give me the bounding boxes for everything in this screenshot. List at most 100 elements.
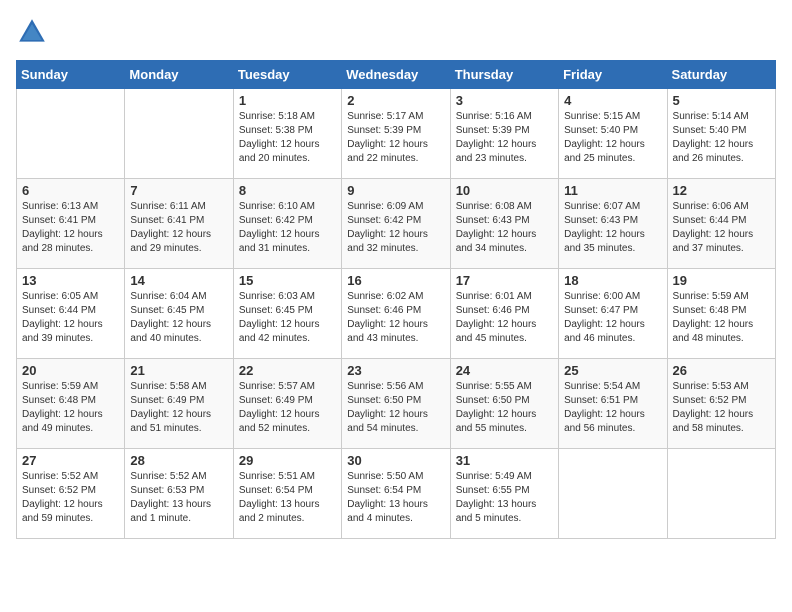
day-number: 6 xyxy=(22,183,119,198)
calendar-cell: 15 Sunrise: 6:03 AM Sunset: 6:45 PM Dayli… xyxy=(233,269,341,359)
day-info: Sunrise: 6:00 AM Sunset: 6:47 PM Dayligh… xyxy=(564,290,661,346)
calendar-cell: 7 Sunrise: 6:11 AM Sunset: 6:41 PM Daylig… xyxy=(125,179,233,269)
day-info: Sunrise: 5:54 AM Sunset: 6:51 PM Dayligh… xyxy=(564,380,661,436)
calendar-cell: 20 Sunrise: 5:59 AM Sunset: 6:48 PM Dayli… xyxy=(17,359,125,449)
logo-icon xyxy=(16,16,48,48)
page-header xyxy=(16,16,776,48)
calendar-cell: 29 Sunrise: 5:51 AM Sunset: 6:54 PM Dayli… xyxy=(233,449,341,539)
calendar-cell: 13 Sunrise: 6:05 AM Sunset: 6:44 PM Dayli… xyxy=(17,269,125,359)
week-row-2: 6 Sunrise: 6:13 AM Sunset: 6:41 PM Daylig… xyxy=(17,179,776,269)
day-number: 31 xyxy=(456,453,553,468)
calendar-cell: 9 Sunrise: 6:09 AM Sunset: 6:42 PM Daylig… xyxy=(342,179,450,269)
day-number: 25 xyxy=(564,363,661,378)
calendar-cell: 11 Sunrise: 6:07 AM Sunset: 6:43 PM Dayli… xyxy=(559,179,667,269)
calendar-cell: 12 Sunrise: 6:06 AM Sunset: 6:44 PM Dayli… xyxy=(667,179,775,269)
day-info: Sunrise: 6:01 AM Sunset: 6:46 PM Dayligh… xyxy=(456,290,553,346)
calendar-cell: 23Sunrise: 5:56 AM Sunset: 6:50 PM Dayli… xyxy=(342,359,450,449)
day-number: 9 xyxy=(347,183,444,198)
day-info: Sunrise: 6:11 AM Sunset: 6:41 PM Dayligh… xyxy=(130,200,227,256)
day-number: 2 xyxy=(347,93,444,108)
calendar-cell: 19 Sunrise: 5:59 AM Sunset: 6:48 PM Dayli… xyxy=(667,269,775,359)
calendar-cell: 27 Sunrise: 5:52 AM Sunset: 6:52 PM Dayli… xyxy=(17,449,125,539)
day-number: 20 xyxy=(22,363,119,378)
day-info: Sunrise: 5:14 AM Sunset: 5:40 PM Dayligh… xyxy=(673,110,770,166)
day-info: Sunrise: 5:15 AM Sunset: 5:40 PM Dayligh… xyxy=(564,110,661,166)
day-header-wednesday: Wednesday xyxy=(342,61,450,89)
calendar-cell: 25 Sunrise: 5:54 AM Sunset: 6:51 PM Dayli… xyxy=(559,359,667,449)
day-number: 30 xyxy=(347,453,444,468)
calendar-cell: 17 Sunrise: 6:01 AM Sunset: 6:46 PM Dayli… xyxy=(450,269,558,359)
day-info: Sunrise: 6:04 AM Sunset: 6:45 PM Dayligh… xyxy=(130,290,227,346)
day-number: 3 xyxy=(456,93,553,108)
calendar-cell: 22 Sunrise: 5:57 AM Sunset: 6:49 PM Dayli… xyxy=(233,359,341,449)
day-number: 5 xyxy=(673,93,770,108)
day-info: Sunrise: 5:58 AM Sunset: 6:49 PM Dayligh… xyxy=(130,380,227,436)
day-number: 19 xyxy=(673,273,770,288)
day-info: Sunrise: 5:49 AM Sunset: 6:55 PM Dayligh… xyxy=(456,470,553,526)
day-number: 14 xyxy=(130,273,227,288)
calendar-cell: 2 Sunrise: 5:17 AM Sunset: 5:39 PM Daylig… xyxy=(342,89,450,179)
week-row-3: 13 Sunrise: 6:05 AM Sunset: 6:44 PM Dayli… xyxy=(17,269,776,359)
day-info: Sunrise: 5:53 AM Sunset: 6:52 PM Dayligh… xyxy=(673,380,770,436)
calendar-cell: 3Sunrise: 5:16 AM Sunset: 5:39 PM Daylig… xyxy=(450,89,558,179)
day-header-thursday: Thursday xyxy=(450,61,558,89)
day-number: 4 xyxy=(564,93,661,108)
week-row-1: 1 Sunrise: 5:18 AM Sunset: 5:38 PM Daylig… xyxy=(17,89,776,179)
logo xyxy=(16,16,52,48)
day-header-friday: Friday xyxy=(559,61,667,89)
day-info: Sunrise: 5:17 AM Sunset: 5:39 PM Dayligh… xyxy=(347,110,444,166)
day-info: Sunrise: 5:52 AM Sunset: 6:52 PM Dayligh… xyxy=(22,470,119,526)
calendar-cell: 21 Sunrise: 5:58 AM Sunset: 6:49 PM Dayli… xyxy=(125,359,233,449)
day-number: 12 xyxy=(673,183,770,198)
day-info: Sunrise: 5:57 AM Sunset: 6:49 PM Dayligh… xyxy=(239,380,336,436)
day-info: Sunrise: 5:55 AM Sunset: 6:50 PM Dayligh… xyxy=(456,380,553,436)
day-number: 22 xyxy=(239,363,336,378)
day-info: Sunrise: 6:03 AM Sunset: 6:45 PM Dayligh… xyxy=(239,290,336,346)
day-info: Sunrise: 6:09 AM Sunset: 6:42 PM Dayligh… xyxy=(347,200,444,256)
day-number: 26 xyxy=(673,363,770,378)
day-header-sunday: Sunday xyxy=(17,61,125,89)
day-header-saturday: Saturday xyxy=(667,61,775,89)
calendar-cell: 16 Sunrise: 6:02 AM Sunset: 6:46 PM Dayli… xyxy=(342,269,450,359)
calendar-cell: 31 Sunrise: 5:49 AM Sunset: 6:55 PM Dayli… xyxy=(450,449,558,539)
day-info: Sunrise: 6:07 AM Sunset: 6:43 PM Dayligh… xyxy=(564,200,661,256)
day-number: 11 xyxy=(564,183,661,198)
day-info: Sunrise: 5:56 AM Sunset: 6:50 PM Dayligh… xyxy=(347,380,444,436)
day-info: Sunrise: 6:08 AM Sunset: 6:43 PM Dayligh… xyxy=(456,200,553,256)
day-number: 1 xyxy=(239,93,336,108)
calendar-cell: 1 Sunrise: 5:18 AM Sunset: 5:38 PM Daylig… xyxy=(233,89,341,179)
day-number: 13 xyxy=(22,273,119,288)
calendar-cell xyxy=(125,89,233,179)
day-number: 7 xyxy=(130,183,227,198)
day-number: 21 xyxy=(130,363,227,378)
day-number: 29 xyxy=(239,453,336,468)
day-info: Sunrise: 5:59 AM Sunset: 6:48 PM Dayligh… xyxy=(673,290,770,346)
day-info: Sunrise: 5:51 AM Sunset: 6:54 PM Dayligh… xyxy=(239,470,336,526)
day-header-tuesday: Tuesday xyxy=(233,61,341,89)
day-number: 27 xyxy=(22,453,119,468)
week-row-4: 20 Sunrise: 5:59 AM Sunset: 6:48 PM Dayli… xyxy=(17,359,776,449)
calendar-cell: 18 Sunrise: 6:00 AM Sunset: 6:47 PM Dayli… xyxy=(559,269,667,359)
day-number: 15 xyxy=(239,273,336,288)
day-info: Sunrise: 6:10 AM Sunset: 6:42 PM Dayligh… xyxy=(239,200,336,256)
day-info: Sunrise: 6:06 AM Sunset: 6:44 PM Dayligh… xyxy=(673,200,770,256)
calendar-cell: 8 Sunrise: 6:10 AM Sunset: 6:42 PM Daylig… xyxy=(233,179,341,269)
day-info: Sunrise: 6:05 AM Sunset: 6:44 PM Dayligh… xyxy=(22,290,119,346)
day-number: 16 xyxy=(347,273,444,288)
week-row-5: 27 Sunrise: 5:52 AM Sunset: 6:52 PM Dayli… xyxy=(17,449,776,539)
day-info: Sunrise: 5:18 AM Sunset: 5:38 PM Dayligh… xyxy=(239,110,336,166)
day-header-monday: Monday xyxy=(125,61,233,89)
day-number: 18 xyxy=(564,273,661,288)
calendar-cell xyxy=(559,449,667,539)
day-info: Sunrise: 6:02 AM Sunset: 6:46 PM Dayligh… xyxy=(347,290,444,346)
day-number: 17 xyxy=(456,273,553,288)
calendar-cell: 10Sunrise: 6:08 AM Sunset: 6:43 PM Dayli… xyxy=(450,179,558,269)
day-number: 24 xyxy=(456,363,553,378)
calendar-cell xyxy=(667,449,775,539)
day-info: Sunrise: 5:52 AM Sunset: 6:53 PM Dayligh… xyxy=(130,470,227,526)
day-number: 8 xyxy=(239,183,336,198)
day-info: Sunrise: 6:13 AM Sunset: 6:41 PM Dayligh… xyxy=(22,200,119,256)
day-info: Sunrise: 5:59 AM Sunset: 6:48 PM Dayligh… xyxy=(22,380,119,436)
day-number: 28 xyxy=(130,453,227,468)
days-header-row: SundayMondayTuesdayWednesdayThursdayFrid… xyxy=(17,61,776,89)
